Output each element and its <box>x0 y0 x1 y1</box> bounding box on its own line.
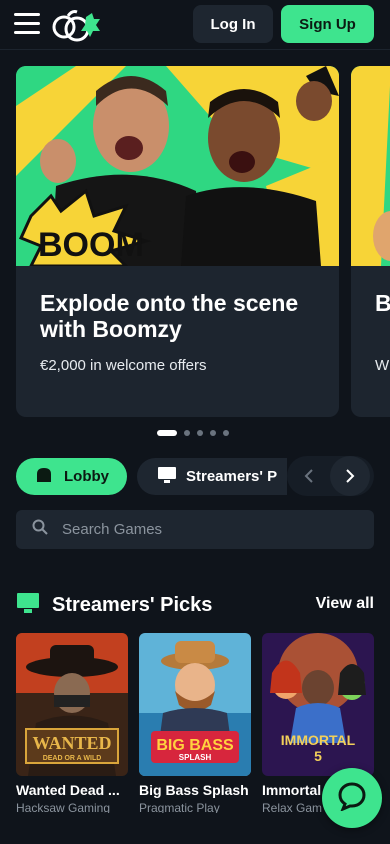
carousel-dot-active[interactable] <box>157 430 177 436</box>
promo-subtitle: €2,000 in welcome offers <box>40 357 207 374</box>
search-input[interactable] <box>62 521 352 538</box>
boomzy-logo[interactable] <box>50 7 104 43</box>
promo-title-next: B L <box>375 290 390 316</box>
game-provider: Pragmatic Play <box>139 801 220 813</box>
chat-button[interactable] <box>322 768 382 828</box>
game-card[interactable]: WANTED DEAD OR A WILD Wanted Dead ... Ha… <box>16 633 128 813</box>
game-logo-line2: SPLASH <box>179 753 212 762</box>
monitor-icon <box>157 466 177 488</box>
top-header: Log In Sign Up <box>0 0 390 50</box>
promo-title: Explode onto the scene with Boomzy <box>40 290 299 342</box>
game-thumbnail: WANTED DEAD OR A WILD <box>16 633 128 776</box>
chevron-right-icon[interactable] <box>330 456 370 496</box>
tab-streamers-picks[interactable]: Streamers' P <box>137 458 287 495</box>
carousel-dot[interactable] <box>210 430 216 436</box>
game-card[interactable]: BIG BASS SPLASH Big Bass Splash Pragmati… <box>139 633 251 813</box>
tab-lobby-label: Lobby <box>64 468 109 485</box>
game-name: Big Bass Splash <box>139 782 249 798</box>
promo-card-next[interactable]: B L Wi <box>351 66 390 417</box>
streamers-picks-header: Streamers' Picks View all <box>16 592 374 618</box>
search-icon <box>32 519 48 540</box>
chevron-left-icon[interactable] <box>287 456 330 496</box>
promo-subtitle-next: Wi <box>375 357 390 374</box>
tab-scroll-controls <box>287 456 374 496</box>
game-thumbnail: IMMORTAL 5 <box>262 633 374 776</box>
section-title: Streamers' Picks <box>52 593 213 616</box>
login-button[interactable]: Log In <box>193 5 273 43</box>
promo-card[interactable]: BOOM Explode onto the scene with Boomzy … <box>16 66 339 417</box>
view-all-link[interactable]: View all <box>316 595 374 613</box>
menu-icon[interactable] <box>14 13 40 35</box>
signup-button[interactable]: Sign Up <box>281 5 374 43</box>
carousel-dot[interactable] <box>197 430 203 436</box>
search-bar <box>16 510 374 549</box>
boom-text: BOOM <box>38 226 144 264</box>
monitor-icon <box>16 592 40 619</box>
tab-lobby[interactable]: Lobby <box>16 458 127 495</box>
game-name: Wanted Dead ... <box>16 782 120 798</box>
game-logo-line2: 5 <box>314 748 322 764</box>
game-provider: Hacksaw Gaming <box>16 801 111 813</box>
game-logo-line1: BIG BASS <box>156 737 234 754</box>
carousel-pagination <box>157 430 229 436</box>
category-tabs: Lobby Streamers' P <box>0 456 390 496</box>
game-logo-line1: WANTED <box>32 733 111 753</box>
carousel-dot[interactable] <box>184 430 190 436</box>
promo-image: BOOM <box>16 66 339 266</box>
game-logo-line2: DEAD OR A WILD <box>43 755 102 762</box>
promo-image-next <box>351 66 390 266</box>
lobby-icon <box>34 465 54 489</box>
tab-streamers-label: Streamers' P <box>186 468 278 485</box>
game-thumbnail: BIG BASS SPLASH <box>139 633 251 776</box>
carousel-dot[interactable] <box>223 430 229 436</box>
chat-icon <box>337 781 367 816</box>
game-logo-line1: IMMORTAL <box>281 732 356 748</box>
promo-carousel[interactable]: BOOM Explode onto the scene with Boomzy … <box>0 66 390 418</box>
